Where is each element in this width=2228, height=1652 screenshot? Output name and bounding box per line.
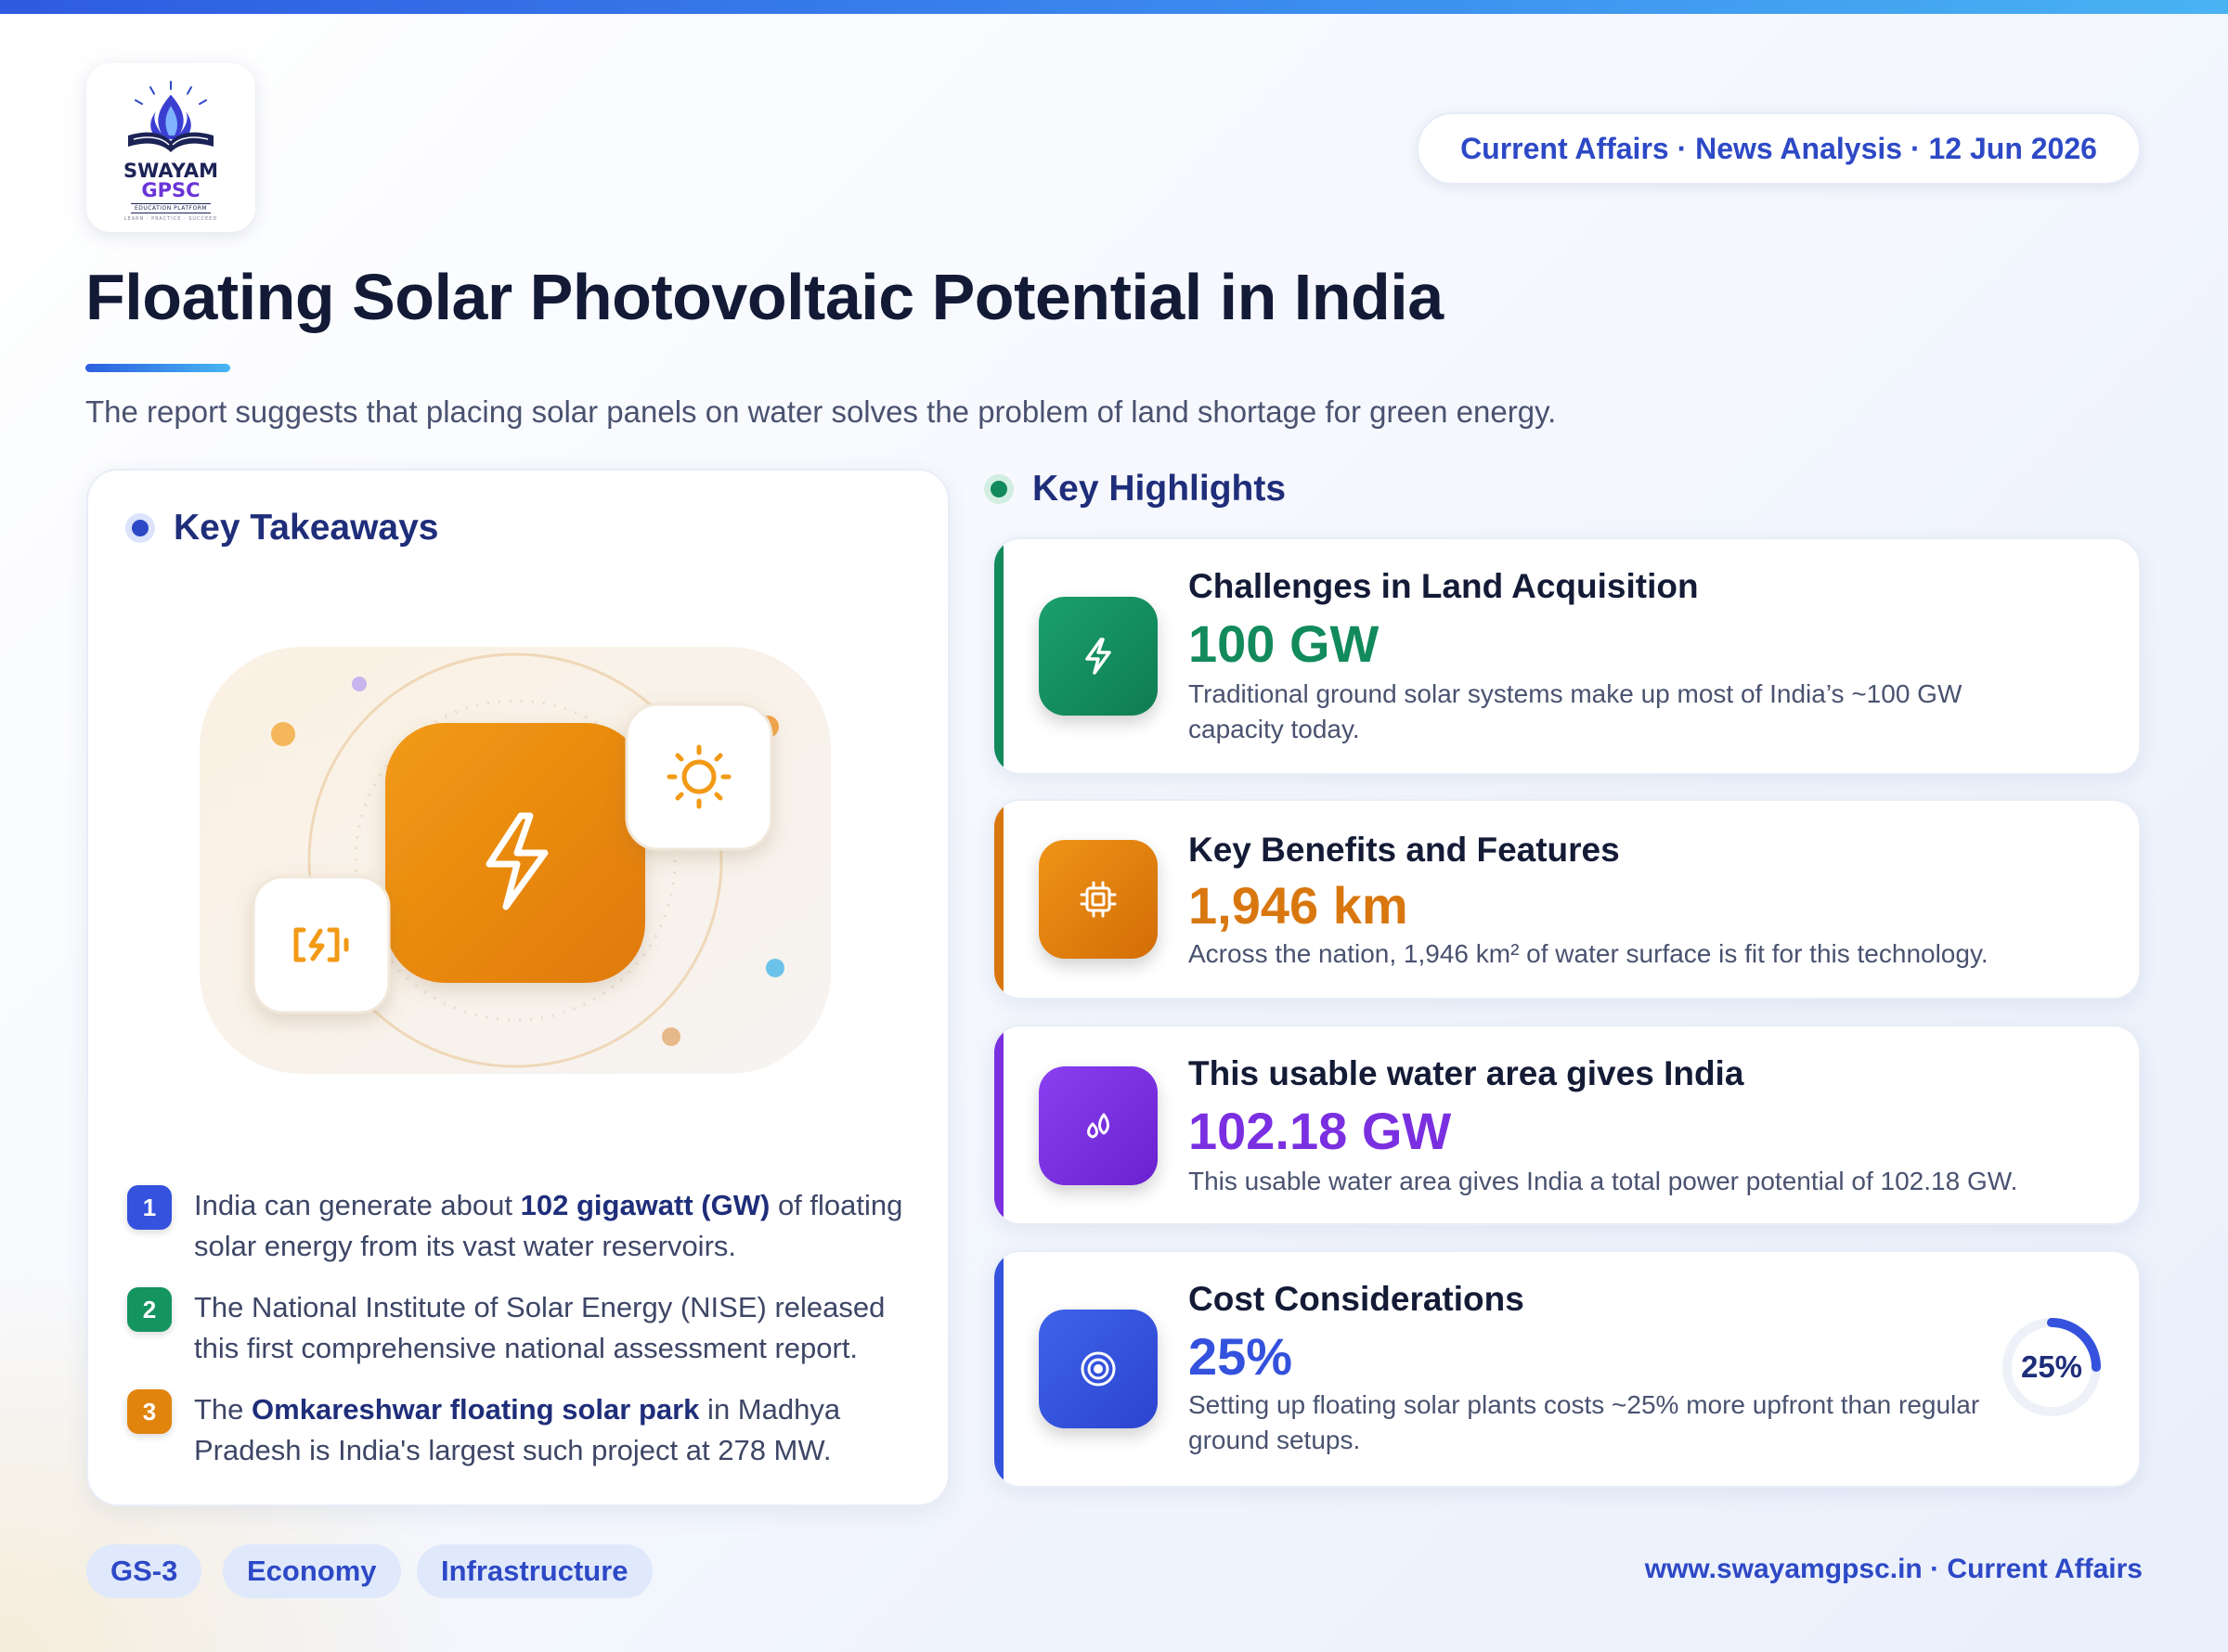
takeaway-item: 1 India can generate about 102 gigawatt … — [127, 1185, 907, 1267]
takeaway-number-badge: 2 — [127, 1287, 172, 1332]
tag-gs3[interactable]: GS-3 — [86, 1544, 202, 1598]
brand-logo: SWAYAM GPSC EDUCATION PLATFORM LEARN · P… — [86, 63, 255, 232]
target-icon — [1039, 1310, 1158, 1428]
takeaway-number-badge: 1 — [127, 1185, 172, 1230]
card-title: Key Benefits and Features — [1188, 831, 1620, 869]
brand-name: SWAYAM — [123, 160, 218, 182]
bullet-dot-icon — [984, 474, 1014, 504]
category-date-pill: Current Affairs · News Analysis · 12 Jun… — [1417, 112, 2141, 185]
takeaway-emphasis: Omkareshwar floating solar park — [252, 1393, 700, 1426]
takeaway-text: The Omkareshwar floating solar park in M… — [194, 1389, 907, 1471]
card-accent-bar — [994, 801, 1004, 998]
lightning-icon — [1039, 597, 1158, 716]
footer-website-link[interactable]: www.swayamgpsc.in · Current Affairs — [1645, 1554, 2143, 1585]
takeaway-text: The National Institute of Solar Energy (… — [194, 1287, 907, 1369]
highlight-card-land: Challenges in Land Acquisition 100 GW Tr… — [992, 537, 2141, 775]
card-title: Cost Considerations — [1188, 1280, 1524, 1318]
brand-sub: GPSC — [141, 179, 201, 201]
bullet-dot-icon — [125, 513, 155, 543]
top-accent-bar — [0, 0, 2228, 14]
page-title: Floating Solar Photovoltaic Potential in… — [85, 261, 1444, 333]
title-underline — [85, 364, 230, 372]
highlight-card-benefits: Key Benefits and Features 1,946 km Acros… — [992, 799, 2141, 1000]
card-accent-bar — [994, 539, 1004, 773]
brand-motto: LEARN · PRACTICE · SUCCEED — [123, 216, 218, 222]
key-highlights-heading: Key Highlights — [984, 469, 1286, 510]
takeaway-item: 3 The Omkareshwar floating solar park in… — [127, 1389, 907, 1471]
takeaway-item: 2 The National Institute of Solar Energy… — [127, 1287, 907, 1369]
card-title: Challenges in Land Acquisition — [1188, 567, 1699, 605]
card-value: 25% — [1188, 1327, 1293, 1386]
key-takeaways-title: Key Takeaways — [174, 508, 439, 548]
card-description: Traditional ground solar systems make up… — [1188, 679, 1962, 743]
card-accent-bar — [994, 1026, 1004, 1223]
card-accent-bar — [994, 1252, 1004, 1486]
page-subtitle: The report suggests that placing solar p… — [85, 394, 1557, 429]
chip-icon — [1039, 840, 1158, 959]
card-value: 102.18 GW — [1188, 1102, 1452, 1160]
takeaway-text: India can generate about 102 gigawatt (G… — [194, 1185, 907, 1267]
takeaway-text-part: The National Institute of Solar Energy (… — [194, 1291, 886, 1364]
takeaway-emphasis: 102 gigawatt (GW) — [520, 1189, 771, 1221]
card-description: Setting up floating solar plants costs ~… — [1188, 1390, 1980, 1454]
card-value: 100 GW — [1188, 614, 1380, 673]
solar-energy-illustration — [200, 647, 831, 1074]
brand-tagline: EDUCATION PLATFORM — [130, 203, 212, 213]
card-description: This usable water area gives India a tot… — [1188, 1167, 2018, 1195]
tag-economy[interactable]: Economy — [223, 1544, 401, 1598]
droplets-icon — [1039, 1066, 1158, 1185]
key-takeaways-card: Key Takeaways 1 India can generate about… — [86, 469, 950, 1506]
takeaway-text-part: India can generate about — [194, 1189, 521, 1221]
tag-infrastructure[interactable]: Infrastructure — [417, 1544, 653, 1598]
takeaway-number-badge: 3 — [127, 1389, 172, 1434]
card-value: 1,946 km — [1188, 876, 1408, 935]
card-title: This usable water area gives India — [1188, 1054, 1744, 1092]
key-highlights-title: Key Highlights — [1032, 469, 1287, 509]
highlight-card-water-area: This usable water area gives India 102.1… — [992, 1025, 2141, 1225]
card-description: Across the nation, 1,946 km² of water su… — [1188, 939, 1988, 968]
key-takeaways-heading: Key Takeaways — [125, 508, 438, 549]
cost-progress-label: 25% — [2020, 1349, 2083, 1384]
highlight-card-cost: Cost Considerations 25% Setting up float… — [992, 1250, 2141, 1488]
takeaway-text-part: The — [194, 1393, 253, 1426]
flame-book-logo-icon — [128, 81, 214, 152]
